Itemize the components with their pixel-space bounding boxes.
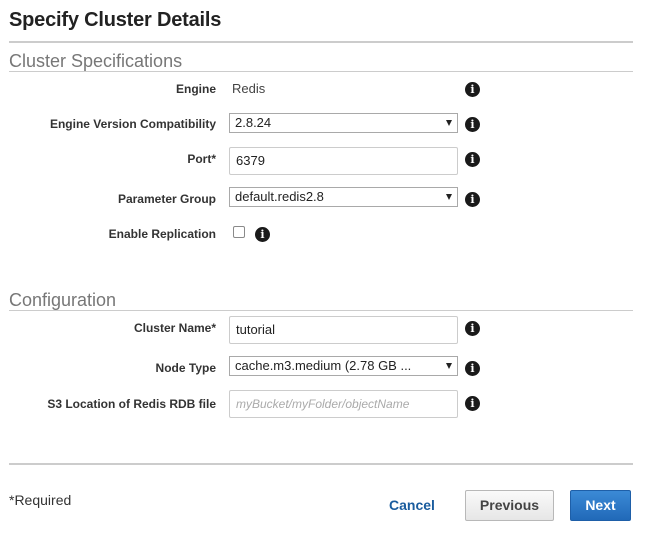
chevron-down-icon bbox=[446, 363, 452, 369]
node-type-selected-value: cache.m3.medium (2.78 GB ... bbox=[235, 358, 412, 373]
required-note: *Required bbox=[9, 492, 72, 508]
previous-button[interactable]: Previous bbox=[465, 490, 554, 521]
title-divider bbox=[9, 41, 633, 43]
engine-version-label: Engine Version Compatibility bbox=[49, 117, 216, 131]
info-icon[interactable]: i bbox=[465, 82, 480, 97]
parameter-group-select[interactable]: default.redis2.8 bbox=[229, 187, 458, 207]
info-icon[interactable]: i bbox=[465, 396, 480, 411]
engine-version-selected-value: 2.8.24 bbox=[235, 115, 272, 130]
port-input[interactable]: 6379 bbox=[229, 147, 458, 175]
info-icon[interactable]: i bbox=[465, 192, 480, 207]
info-icon[interactable]: i bbox=[465, 117, 480, 132]
parameter-group-label: Parameter Group bbox=[117, 192, 216, 206]
engine-value: Redis bbox=[232, 81, 266, 96]
cluster-name-label: Cluster Name* bbox=[133, 321, 216, 335]
section-title-configuration: Configuration bbox=[9, 290, 117, 310]
engine-version-select[interactable]: 2.8.24 bbox=[229, 113, 458, 133]
port-label: Port* bbox=[187, 152, 216, 166]
page-title: Specify Cluster Details bbox=[9, 9, 222, 31]
info-icon[interactable]: i bbox=[465, 152, 480, 167]
section-divider-cluster-specifications bbox=[9, 71, 633, 72]
info-icon[interactable]: i bbox=[465, 361, 480, 376]
info-icon[interactable]: i bbox=[465, 321, 480, 336]
enable-replication-label: Enable Replication bbox=[108, 227, 216, 241]
section-title-cluster-specifications: Cluster Specifications bbox=[9, 51, 183, 71]
info-icon[interactable]: i bbox=[255, 227, 270, 242]
parameter-group-selected-value: default.redis2.8 bbox=[235, 189, 324, 204]
next-button[interactable]: Next bbox=[570, 490, 631, 521]
footer-divider bbox=[9, 463, 633, 465]
s3-location-label: S3 Location of Redis RDB file bbox=[47, 397, 216, 411]
enable-replication-checkbox[interactable] bbox=[233, 226, 245, 238]
s3-location-input[interactable]: myBucket/myFolder/objectName bbox=[229, 390, 458, 418]
chevron-down-icon bbox=[446, 120, 452, 126]
cluster-name-input[interactable]: tutorial bbox=[229, 316, 458, 344]
cancel-link[interactable]: Cancel bbox=[389, 497, 435, 513]
chevron-down-icon bbox=[446, 194, 452, 200]
node-type-select[interactable]: cache.m3.medium (2.78 GB ... bbox=[229, 356, 458, 376]
section-divider-configuration bbox=[9, 310, 633, 311]
engine-label: Engine bbox=[175, 82, 216, 96]
node-type-label: Node Type bbox=[155, 361, 216, 375]
